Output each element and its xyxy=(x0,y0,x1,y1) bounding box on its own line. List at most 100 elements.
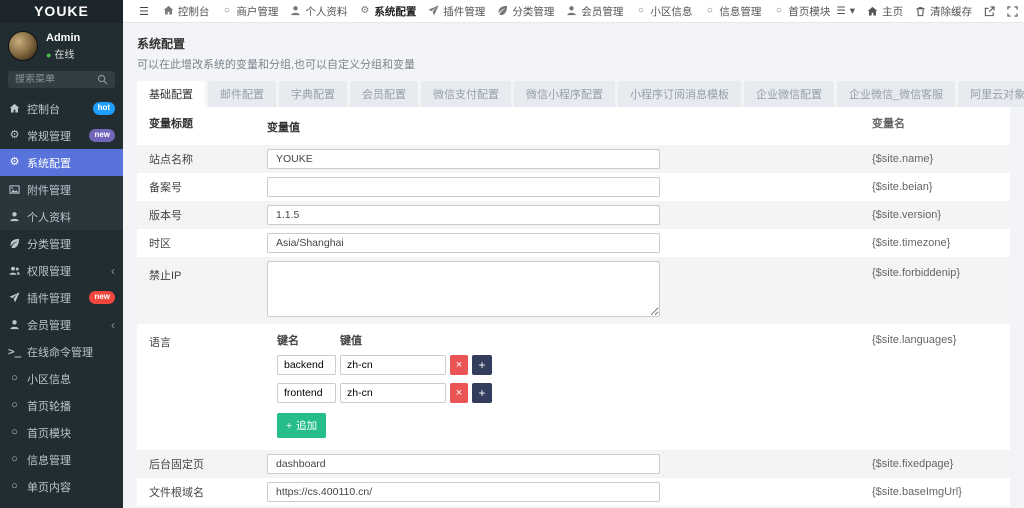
leaf-icon xyxy=(8,238,21,249)
home-button[interactable]: 主页 xyxy=(867,4,903,19)
tab-member-config[interactable]: 会员配置 xyxy=(350,81,418,107)
new-window-button[interactable] xyxy=(984,5,995,17)
sidebar-item-home-carousel[interactable]: ○ 首页轮播 xyxy=(0,392,123,419)
tab-email-config[interactable]: 邮件配置 xyxy=(208,81,276,107)
language-key-input[interactable] xyxy=(277,383,336,403)
tab-subscribe-message-template[interactable]: 小程序订阅消息模板 xyxy=(618,81,741,107)
sidebar-item-dashboard[interactable]: 控制台 hot xyxy=(0,95,123,122)
config-row-version: 版本号 {$site.version} xyxy=(137,201,1010,229)
append-button[interactable]: + 追加 xyxy=(277,413,326,438)
user-name: Admin xyxy=(46,32,80,44)
config-row-fixed-page: 后台固定页 {$site.fixedpage} xyxy=(137,450,1010,478)
dashboard-icon xyxy=(8,103,21,114)
expand-icon xyxy=(1007,5,1018,17)
sidebar-item-community-info[interactable]: ○ 小区信息 xyxy=(0,365,123,392)
tab-list-dropdown[interactable]: ☰▾ xyxy=(836,5,855,17)
topnav-tab-system-config[interactable]: ⚙ 系统配置 xyxy=(353,0,422,23)
sidebar-item-plugins[interactable]: 插件管理 new xyxy=(0,284,123,311)
main-area: ☰ 控制台 ○ 商户管理 个人资料 ⚙ 系统配置 插件管理 xyxy=(123,0,1024,508)
plus-icon: + xyxy=(478,358,485,372)
config-form-panel: 变量标题 变量值 变量名 站点名称 {$site.name} 备案号 {$sit… xyxy=(137,107,1010,508)
user-status: ●在线 xyxy=(46,46,80,61)
leaf-icon xyxy=(497,5,508,16)
sidebar-item-permissions[interactable]: 权限管理 ‹ xyxy=(0,257,123,284)
external-link-icon xyxy=(984,5,995,17)
topnav-tab-info-management[interactable]: ○ 信息管理 xyxy=(698,0,767,23)
topnav-tab-members[interactable]: 会员管理 xyxy=(560,0,629,23)
topnav-tab-profile[interactable]: 个人资料 xyxy=(284,0,353,23)
fixed-page-input[interactable] xyxy=(267,454,660,474)
timezone-input[interactable] xyxy=(267,233,660,253)
forbidden-ip-textarea[interactable] xyxy=(267,261,660,317)
sidebar-item-category[interactable]: 分类管理 xyxy=(0,230,123,257)
remove-icon: × xyxy=(456,387,462,399)
new-badge: new xyxy=(89,129,115,142)
language-entry-row: × + xyxy=(277,355,872,375)
language-value-input[interactable] xyxy=(340,355,446,375)
menu-search-input[interactable] xyxy=(15,74,97,85)
version-input[interactable] xyxy=(267,205,660,225)
topnav-tab-merchant[interactable]: ○ 商户管理 xyxy=(215,0,284,23)
sidebar-item-terminal[interactable]: >_ 在线命令管理 xyxy=(0,338,123,365)
tab-wechat-miniprogram-config[interactable]: 微信小程序配置 xyxy=(514,81,615,107)
sidebar-menu: 控制台 hot ⚙ 常规管理 new ⚙ 系统配置 附件管理 个人 xyxy=(0,95,123,508)
topnav-tab-home-modules[interactable]: ○ 首页模块 xyxy=(767,0,836,23)
language-key-input[interactable] xyxy=(277,355,336,375)
sidebar-item-attachments[interactable]: 附件管理 xyxy=(0,176,123,203)
clear-cache-button[interactable]: 清除缓存 xyxy=(915,4,972,19)
sidebar-item-system-config[interactable]: ⚙ 系统配置 xyxy=(0,149,123,176)
topnav-tab-community-info[interactable]: ○ 小区信息 xyxy=(629,0,698,23)
tab-dictionary-config[interactable]: 字典配置 xyxy=(279,81,347,107)
remove-icon: × xyxy=(456,359,462,371)
plugin-plane-icon xyxy=(428,5,439,16)
circle-icon: ○ xyxy=(8,373,21,384)
user-icon xyxy=(290,5,301,16)
sidebar-item-info-management[interactable]: ○ 信息管理 xyxy=(0,446,123,473)
sidebar-item-profile[interactable]: 个人资料 xyxy=(0,203,123,230)
circle-icon: ○ xyxy=(8,427,21,438)
tab-basic-config[interactable]: 基础配置 xyxy=(137,81,205,107)
language-value-input[interactable] xyxy=(340,383,446,403)
remove-entry-button[interactable]: × xyxy=(450,383,468,403)
page-description: 可以在此增改系统的变量和分组,也可以自定义分组和变量 xyxy=(137,56,1010,72)
tab-aliyun-oss[interactable]: 阿里云对象存储 xyxy=(958,81,1024,107)
gears-icon: ⚙ xyxy=(8,130,21,141)
sidebar-item-members[interactable]: 会员管理 ‹ xyxy=(0,311,123,338)
circle-icon: ○ xyxy=(8,481,21,492)
tab-enterprise-wechat-service[interactable]: 企业微信_微信客服 xyxy=(837,81,955,107)
topnav-tab-category[interactable]: 分类管理 xyxy=(491,0,560,23)
tab-wechat-pay-config[interactable]: 微信支付配置 xyxy=(421,81,511,107)
home-icon xyxy=(867,5,878,17)
site-name-input[interactable] xyxy=(267,149,660,169)
config-row-beian: 备案号 {$site.beian} xyxy=(137,173,1010,201)
remove-entry-button[interactable]: × xyxy=(450,355,468,375)
add-entry-button[interactable]: + xyxy=(472,383,492,403)
sidebar-toggle-icon[interactable]: ☰ xyxy=(131,5,157,18)
add-entry-button[interactable]: + xyxy=(472,355,492,375)
content: 系统配置 可以在此增改系统的变量和分组,也可以自定义分组和变量 基础配置 邮件配… xyxy=(123,23,1024,508)
user-icon xyxy=(566,5,577,16)
base-img-url-input[interactable] xyxy=(267,482,660,502)
topnav-tab-dashboard[interactable]: 控制台 xyxy=(157,0,216,23)
terminal-icon: >_ xyxy=(8,346,21,357)
chevron-left-icon: ‹ xyxy=(111,264,115,278)
sidebar-item-home-modules[interactable]: ○ 首页模块 xyxy=(0,419,123,446)
beian-input[interactable] xyxy=(267,177,660,197)
sidebar-item-general[interactable]: ⚙ 常规管理 new xyxy=(0,122,123,149)
topnav-tab-plugins[interactable]: 插件管理 xyxy=(422,0,491,23)
language-entry-row: × + xyxy=(277,383,872,403)
user-panel: Admin ●在线 xyxy=(0,23,123,65)
tab-enterprise-wechat-config[interactable]: 企业微信配置 xyxy=(744,81,834,107)
config-row-timezone: 时区 {$site.timezone} xyxy=(137,229,1010,257)
circle-icon: ○ xyxy=(635,6,646,16)
list-icon: ☰ xyxy=(836,5,845,17)
plus-icon: + xyxy=(478,386,485,400)
circle-icon: ○ xyxy=(8,400,21,411)
circle-icon: ○ xyxy=(221,6,232,16)
online-dot-icon: ● xyxy=(46,50,51,60)
config-row-base-img-url: 文件根域名 {$site.baseImgUrl} xyxy=(137,478,1010,506)
circle-icon: ○ xyxy=(773,6,784,16)
sidebar-item-single-page[interactable]: ○ 单页内容 xyxy=(0,473,123,500)
fullscreen-button[interactable] xyxy=(1007,5,1018,17)
table-header: 变量标题 变量值 变量名 xyxy=(137,107,1010,145)
